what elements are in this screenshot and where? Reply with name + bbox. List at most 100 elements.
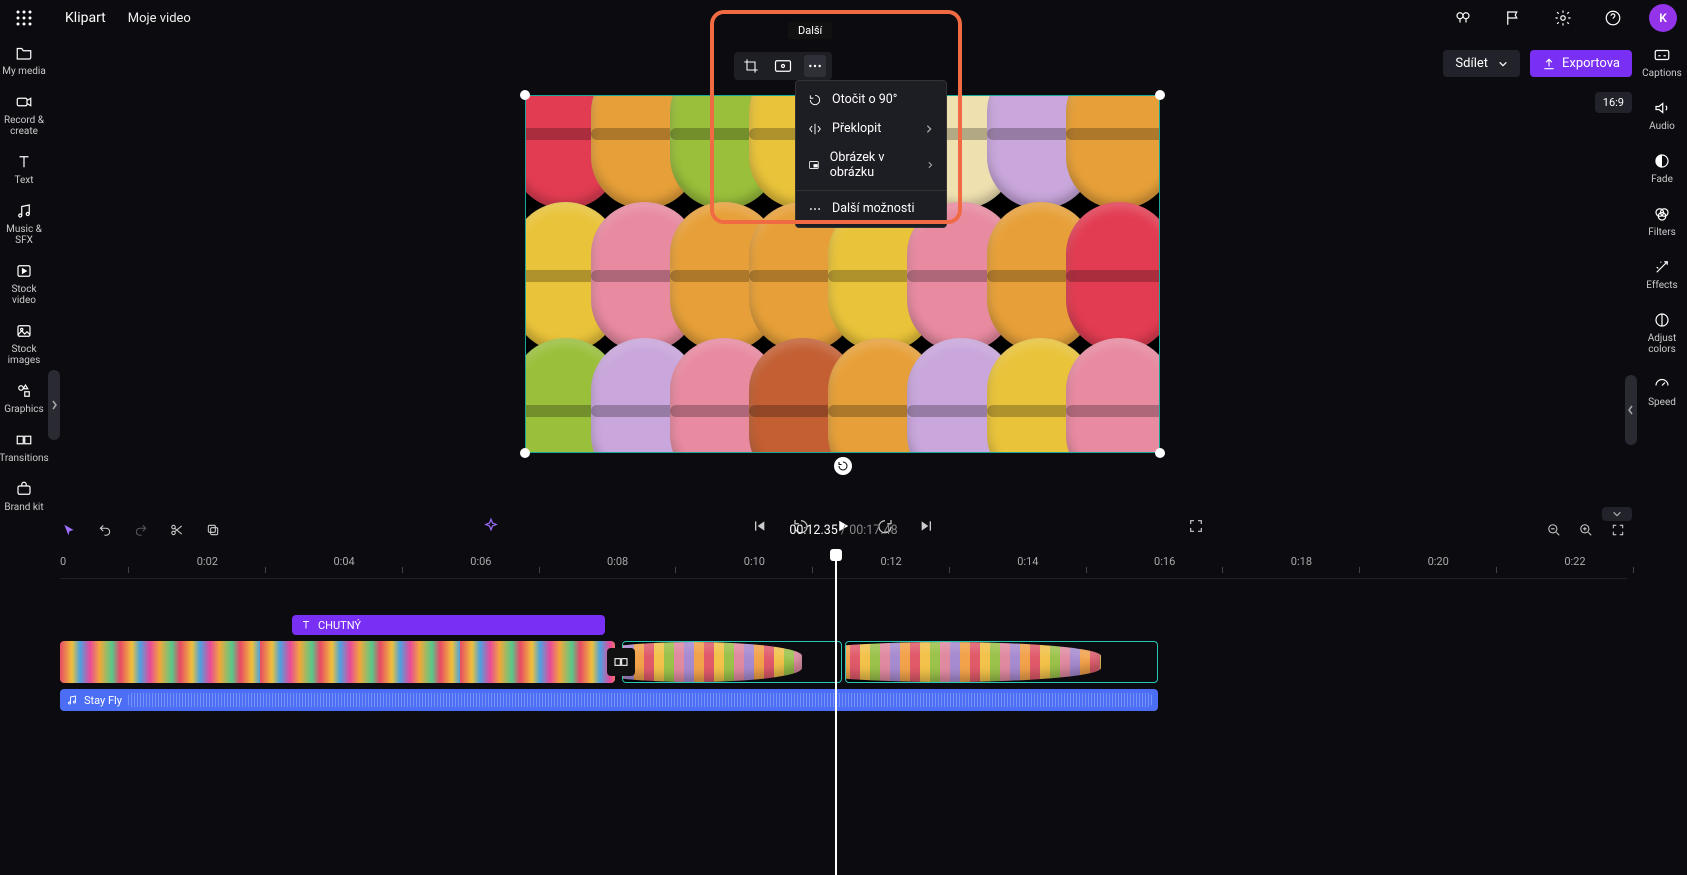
help-icon[interactable] bbox=[1599, 4, 1627, 32]
chevron-right-icon bbox=[926, 160, 934, 170]
flag-icon[interactable] bbox=[1499, 4, 1527, 32]
graphics-icon bbox=[14, 382, 34, 400]
resize-handle-bl[interactable] bbox=[520, 448, 530, 458]
fade-icon bbox=[1652, 152, 1672, 170]
panel-audio[interactable]: Audio bbox=[1637, 89, 1687, 142]
video-clip-3[interactable] bbox=[845, 641, 1158, 683]
menu-separator bbox=[796, 190, 946, 191]
audio-icon bbox=[1652, 99, 1672, 117]
duplicate-tool[interactable] bbox=[204, 521, 222, 539]
crop-button[interactable] bbox=[740, 55, 762, 77]
split-tool[interactable] bbox=[168, 521, 186, 539]
zoom-out-button[interactable] bbox=[1545, 521, 1563, 539]
redo-button[interactable] bbox=[132, 521, 150, 539]
clip-thumbnails bbox=[845, 642, 1101, 682]
video-clip-1[interactable] bbox=[60, 641, 615, 683]
sidebar-item-text[interactable]: Text bbox=[0, 145, 48, 194]
ruler-tick: 0:20 bbox=[1428, 555, 1449, 568]
resize-handle-tl[interactable] bbox=[520, 90, 530, 100]
timecode-display: 00:12.35 / 00:17.48 bbox=[789, 523, 897, 538]
crop-icon bbox=[743, 58, 759, 74]
ruler-tick: 0:04 bbox=[334, 555, 355, 568]
ruler-tick: 0:12 bbox=[881, 555, 902, 568]
playhead[interactable] bbox=[835, 557, 837, 875]
sidebar-item-label: Transitions bbox=[0, 453, 49, 464]
rewards-icon[interactable] bbox=[1449, 4, 1477, 32]
panel-label: Effects bbox=[1646, 280, 1677, 291]
rotate-handle[interactable] bbox=[834, 457, 852, 475]
text-clip-label: CHUTNÝ bbox=[318, 619, 361, 632]
audio-clip-label: Stay Fly bbox=[84, 694, 122, 707]
current-time: 00:12.35 bbox=[789, 523, 837, 538]
sidebar-item-music[interactable]: Music & SFX bbox=[0, 194, 48, 254]
text-clip[interactable]: CHUTNÝ bbox=[292, 615, 605, 635]
menu-rotate-90[interactable]: Otočit o 90° bbox=[796, 85, 946, 114]
stock-video-icon bbox=[14, 262, 34, 280]
timeline-tools: 00:12.35 / 00:17.48 bbox=[60, 517, 1627, 543]
apps-grid-icon[interactable] bbox=[10, 4, 38, 32]
menu-flip[interactable]: Překlopit bbox=[796, 114, 946, 143]
panel-speed[interactable]: Speed bbox=[1637, 365, 1687, 418]
user-avatar[interactable]: K bbox=[1649, 4, 1677, 32]
text-icon bbox=[14, 153, 34, 171]
app-name: Klipart bbox=[65, 10, 106, 26]
sidebar-item-stock-video[interactable]: Stock video bbox=[0, 254, 48, 314]
menu-picture-in-picture[interactable]: Obrázek v obrázku bbox=[796, 143, 946, 187]
panel-adjust-colors[interactable]: Adjust colors bbox=[1637, 301, 1687, 365]
flip-icon bbox=[808, 122, 822, 136]
sidebar-item-brand-kit[interactable]: Brand kit bbox=[0, 472, 48, 521]
text-icon bbox=[300, 619, 312, 631]
pointer-tool[interactable] bbox=[60, 521, 78, 539]
resize-handle-tr[interactable] bbox=[1155, 90, 1165, 100]
sidebar-item-label: Graphics bbox=[4, 404, 43, 415]
panel-captions[interactable]: Captions bbox=[1637, 36, 1687, 89]
sidebar-item-graphics[interactable]: Graphics bbox=[0, 374, 48, 423]
sidebar-item-label: Stock video bbox=[0, 284, 48, 306]
captions-icon bbox=[1652, 46, 1672, 64]
more-button[interactable] bbox=[804, 55, 826, 77]
sidebar-item-my-media[interactable]: My media bbox=[0, 36, 48, 85]
panel-effects[interactable]: Effects bbox=[1637, 248, 1687, 301]
panel-filters[interactable]: Filters bbox=[1637, 195, 1687, 248]
pip-icon bbox=[808, 158, 820, 172]
zoom-fit-button[interactable] bbox=[1609, 521, 1627, 539]
sidebar-item-transitions[interactable]: Transitions bbox=[0, 423, 48, 472]
ruler-tick: 0:08 bbox=[607, 555, 628, 568]
rotate-icon bbox=[808, 93, 822, 107]
zoom-in-button[interactable] bbox=[1577, 521, 1595, 539]
ruler-tick: 0:18 bbox=[1291, 555, 1312, 568]
ruler-tick: 0:02 bbox=[197, 555, 218, 568]
resize-handle-br[interactable] bbox=[1155, 448, 1165, 458]
fit-icon bbox=[774, 59, 792, 73]
timeline-ruler[interactable]: 00:020:040:060:080:100:120:140:160:180:2… bbox=[60, 551, 1627, 579]
adjust-colors-icon bbox=[1652, 311, 1672, 329]
ruler-tick: 0:06 bbox=[470, 555, 491, 568]
fit-button[interactable] bbox=[772, 55, 794, 77]
audio-clip[interactable]: Stay Fly bbox=[60, 689, 1158, 711]
menu-label: Otočit o 90° bbox=[832, 92, 897, 107]
panel-label: Audio bbox=[1649, 121, 1675, 132]
panel-label: Filters bbox=[1648, 227, 1676, 238]
sidebar-item-record[interactable]: Record & create bbox=[0, 85, 48, 145]
chevron-right-icon bbox=[924, 124, 934, 134]
settings-icon[interactable] bbox=[1549, 4, 1577, 32]
menu-label: Další možnosti bbox=[832, 201, 915, 216]
brand-kit-icon bbox=[14, 480, 34, 498]
more-icon bbox=[807, 58, 823, 74]
project-title[interactable]: Moje video bbox=[128, 11, 191, 26]
video-clip-2[interactable] bbox=[622, 641, 842, 683]
transition-chip[interactable] bbox=[607, 648, 635, 676]
music-icon bbox=[66, 694, 78, 706]
clip-thumbnails bbox=[60, 641, 615, 683]
undo-button[interactable] bbox=[96, 521, 114, 539]
audio-waveform bbox=[128, 693, 1152, 707]
floating-toolbar bbox=[734, 52, 832, 80]
sidebar-item-stock-images[interactable]: Stock images bbox=[0, 314, 48, 374]
avatar-letter: K bbox=[1659, 11, 1667, 25]
context-menu: Otočit o 90° Překlopit Obrázek v obrázku… bbox=[795, 80, 947, 228]
transition-icon bbox=[613, 654, 629, 670]
timeline[interactable]: 00:020:040:060:080:100:120:140:160:180:2… bbox=[60, 551, 1627, 821]
panel-fade[interactable]: Fade bbox=[1637, 142, 1687, 195]
sidebar-item-label: Brand kit bbox=[4, 502, 43, 513]
menu-more-options[interactable]: Další možnosti bbox=[796, 194, 946, 223]
